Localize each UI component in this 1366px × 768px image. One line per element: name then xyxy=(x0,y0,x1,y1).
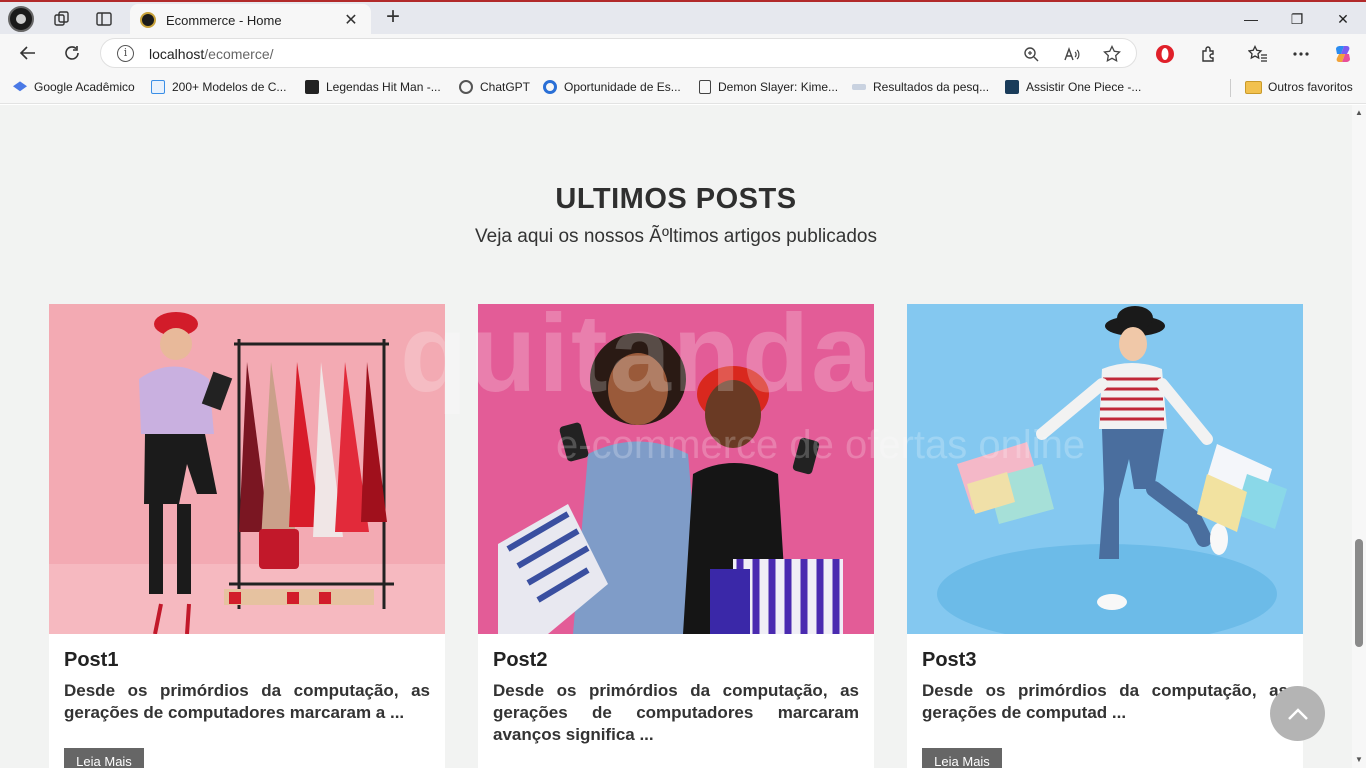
folder-icon xyxy=(1245,80,1262,94)
post-image[interactable] xyxy=(907,304,1303,634)
maximize-button[interactable]: ❐ xyxy=(1274,2,1320,36)
post-image[interactable] xyxy=(478,304,874,634)
read-more-button[interactable]: Leia Mais xyxy=(64,748,144,768)
bookmark-chatgpt[interactable]: ChatGPT xyxy=(459,80,530,94)
profile-avatar[interactable] xyxy=(8,6,34,32)
circle-logo-icon xyxy=(543,80,557,94)
browser-toolbar: i localhost/ecomerce/ xyxy=(0,34,1366,72)
scroll-down-arrow-icon[interactable]: ▼ xyxy=(1355,755,1363,765)
subtitle-site-icon xyxy=(305,80,319,94)
extensions-icon[interactable] xyxy=(1198,43,1220,65)
template-icon xyxy=(151,80,165,94)
section-title: ULTIMOS POSTS xyxy=(555,183,797,215)
bookmarks-bar: Google Acadêmico 200+ Modelos de C... Le… xyxy=(0,72,1366,104)
refresh-button[interactable] xyxy=(58,39,86,67)
back-button[interactable] xyxy=(14,39,42,67)
bookmark-label: Google Acadêmico xyxy=(34,80,135,94)
tab-bar: Ecommerce - Home ✕ + — ❐ ✕ xyxy=(0,0,1366,36)
minimize-button[interactable]: — xyxy=(1228,2,1274,36)
section-subtitle: Veja aqui os nossos Ãºltimos artigos pub… xyxy=(475,226,877,247)
read-aloud-icon[interactable] xyxy=(1062,44,1082,64)
tab-ecommerce-home[interactable]: Ecommerce - Home ✕ xyxy=(130,4,371,36)
bookmarks-divider xyxy=(1230,79,1231,97)
post-title[interactable]: Post1 xyxy=(64,649,118,672)
post-image[interactable] xyxy=(49,304,445,634)
vertical-tabs-icon[interactable] xyxy=(90,7,118,31)
bookmark-legendas[interactable]: Legendas Hit Man -... xyxy=(305,80,441,94)
post-card: Post3 Desde os primórdios da computação,… xyxy=(907,304,1303,768)
post-excerpt: Desde os primórdios da computação, as ge… xyxy=(64,681,430,722)
opera-extension-icon[interactable] xyxy=(1154,43,1176,65)
workspaces-icon[interactable] xyxy=(48,7,76,31)
read-more-button[interactable]: Leia Mais xyxy=(922,748,1002,768)
new-tab-button[interactable]: + xyxy=(380,5,406,31)
window-close-button[interactable]: ✕ xyxy=(1320,2,1366,36)
bookmark-one-piece[interactable]: Assistir One Piece -... xyxy=(1005,80,1141,94)
other-favorites-folder[interactable]: Outros favoritos xyxy=(1245,80,1353,94)
zoom-icon[interactable] xyxy=(1021,44,1041,64)
bookmark-demon-slayer[interactable]: Demon Slayer: Kime... xyxy=(699,80,838,94)
bookmark-label: 200+ Modelos de C... xyxy=(172,80,287,94)
document-icon xyxy=(699,80,711,94)
bookmark-label: ChatGPT xyxy=(480,80,531,94)
chevron-up-icon xyxy=(1287,707,1308,720)
graduation-cap-icon xyxy=(13,81,27,92)
bookmark-label: Legendas Hit Man -... xyxy=(326,80,441,94)
page-scrollbar[interactable]: ▲ ▼ xyxy=(1352,105,1366,768)
bookmark-label: Resultados da pesq... xyxy=(873,80,990,94)
post-card: Post1 Desde os primórdios da computação,… xyxy=(49,304,445,768)
post-title[interactable]: Post2 xyxy=(493,649,547,672)
url-path: /ecomerce/ xyxy=(204,46,274,62)
tab-close-icon[interactable]: ✕ xyxy=(341,10,361,30)
search-results-icon xyxy=(852,84,866,90)
other-favorites-label: Outros favoritos xyxy=(1268,80,1353,94)
site-favicon-icon xyxy=(140,12,156,28)
tab-title: Ecommerce - Home xyxy=(166,12,282,28)
post-card: Post2 Desde os primórdios da computação,… xyxy=(478,304,874,768)
url-text: localhost/ecomerce/ xyxy=(149,46,274,62)
scroll-thumb[interactable] xyxy=(1355,539,1363,647)
address-bar[interactable]: i localhost/ecomerce/ xyxy=(100,38,1137,68)
chatgpt-icon xyxy=(459,80,473,94)
scroll-up-arrow-icon[interactable]: ▲ xyxy=(1355,108,1363,118)
bookmark-resultados[interactable]: Resultados da pesq... xyxy=(852,80,989,94)
site-info-icon[interactable]: i xyxy=(117,45,134,62)
bookmark-oportunidade[interactable]: Oportunidade de Es... xyxy=(543,80,681,94)
copilot-icon[interactable] xyxy=(1332,43,1354,65)
bookmark-label: Assistir One Piece -... xyxy=(1026,80,1142,94)
bookmark-label: Oportunidade de Es... xyxy=(564,80,681,94)
more-menu-icon[interactable] xyxy=(1290,43,1312,65)
page-viewport: ULTIMOS POSTS Veja aqui os nossos Ãºltim… xyxy=(0,105,1366,768)
favorites-icon[interactable] xyxy=(1247,43,1269,65)
url-host: localhost xyxy=(149,46,205,62)
bookmark-google-academico[interactable]: Google Acadêmico xyxy=(13,80,135,94)
post-excerpt: Desde os primórdios da computação, as ge… xyxy=(493,681,859,744)
post-excerpt: Desde os primórdios da computação, as ge… xyxy=(922,681,1288,722)
favorite-star-icon[interactable] xyxy=(1102,44,1122,64)
back-to-top-button[interactable] xyxy=(1270,686,1325,741)
anime-site-icon xyxy=(1005,80,1019,94)
bookmark-label: Demon Slayer: Kime... xyxy=(718,80,839,94)
post-title[interactable]: Post3 xyxy=(922,649,976,672)
bookmark-modelos[interactable]: 200+ Modelos de C... xyxy=(151,80,286,94)
